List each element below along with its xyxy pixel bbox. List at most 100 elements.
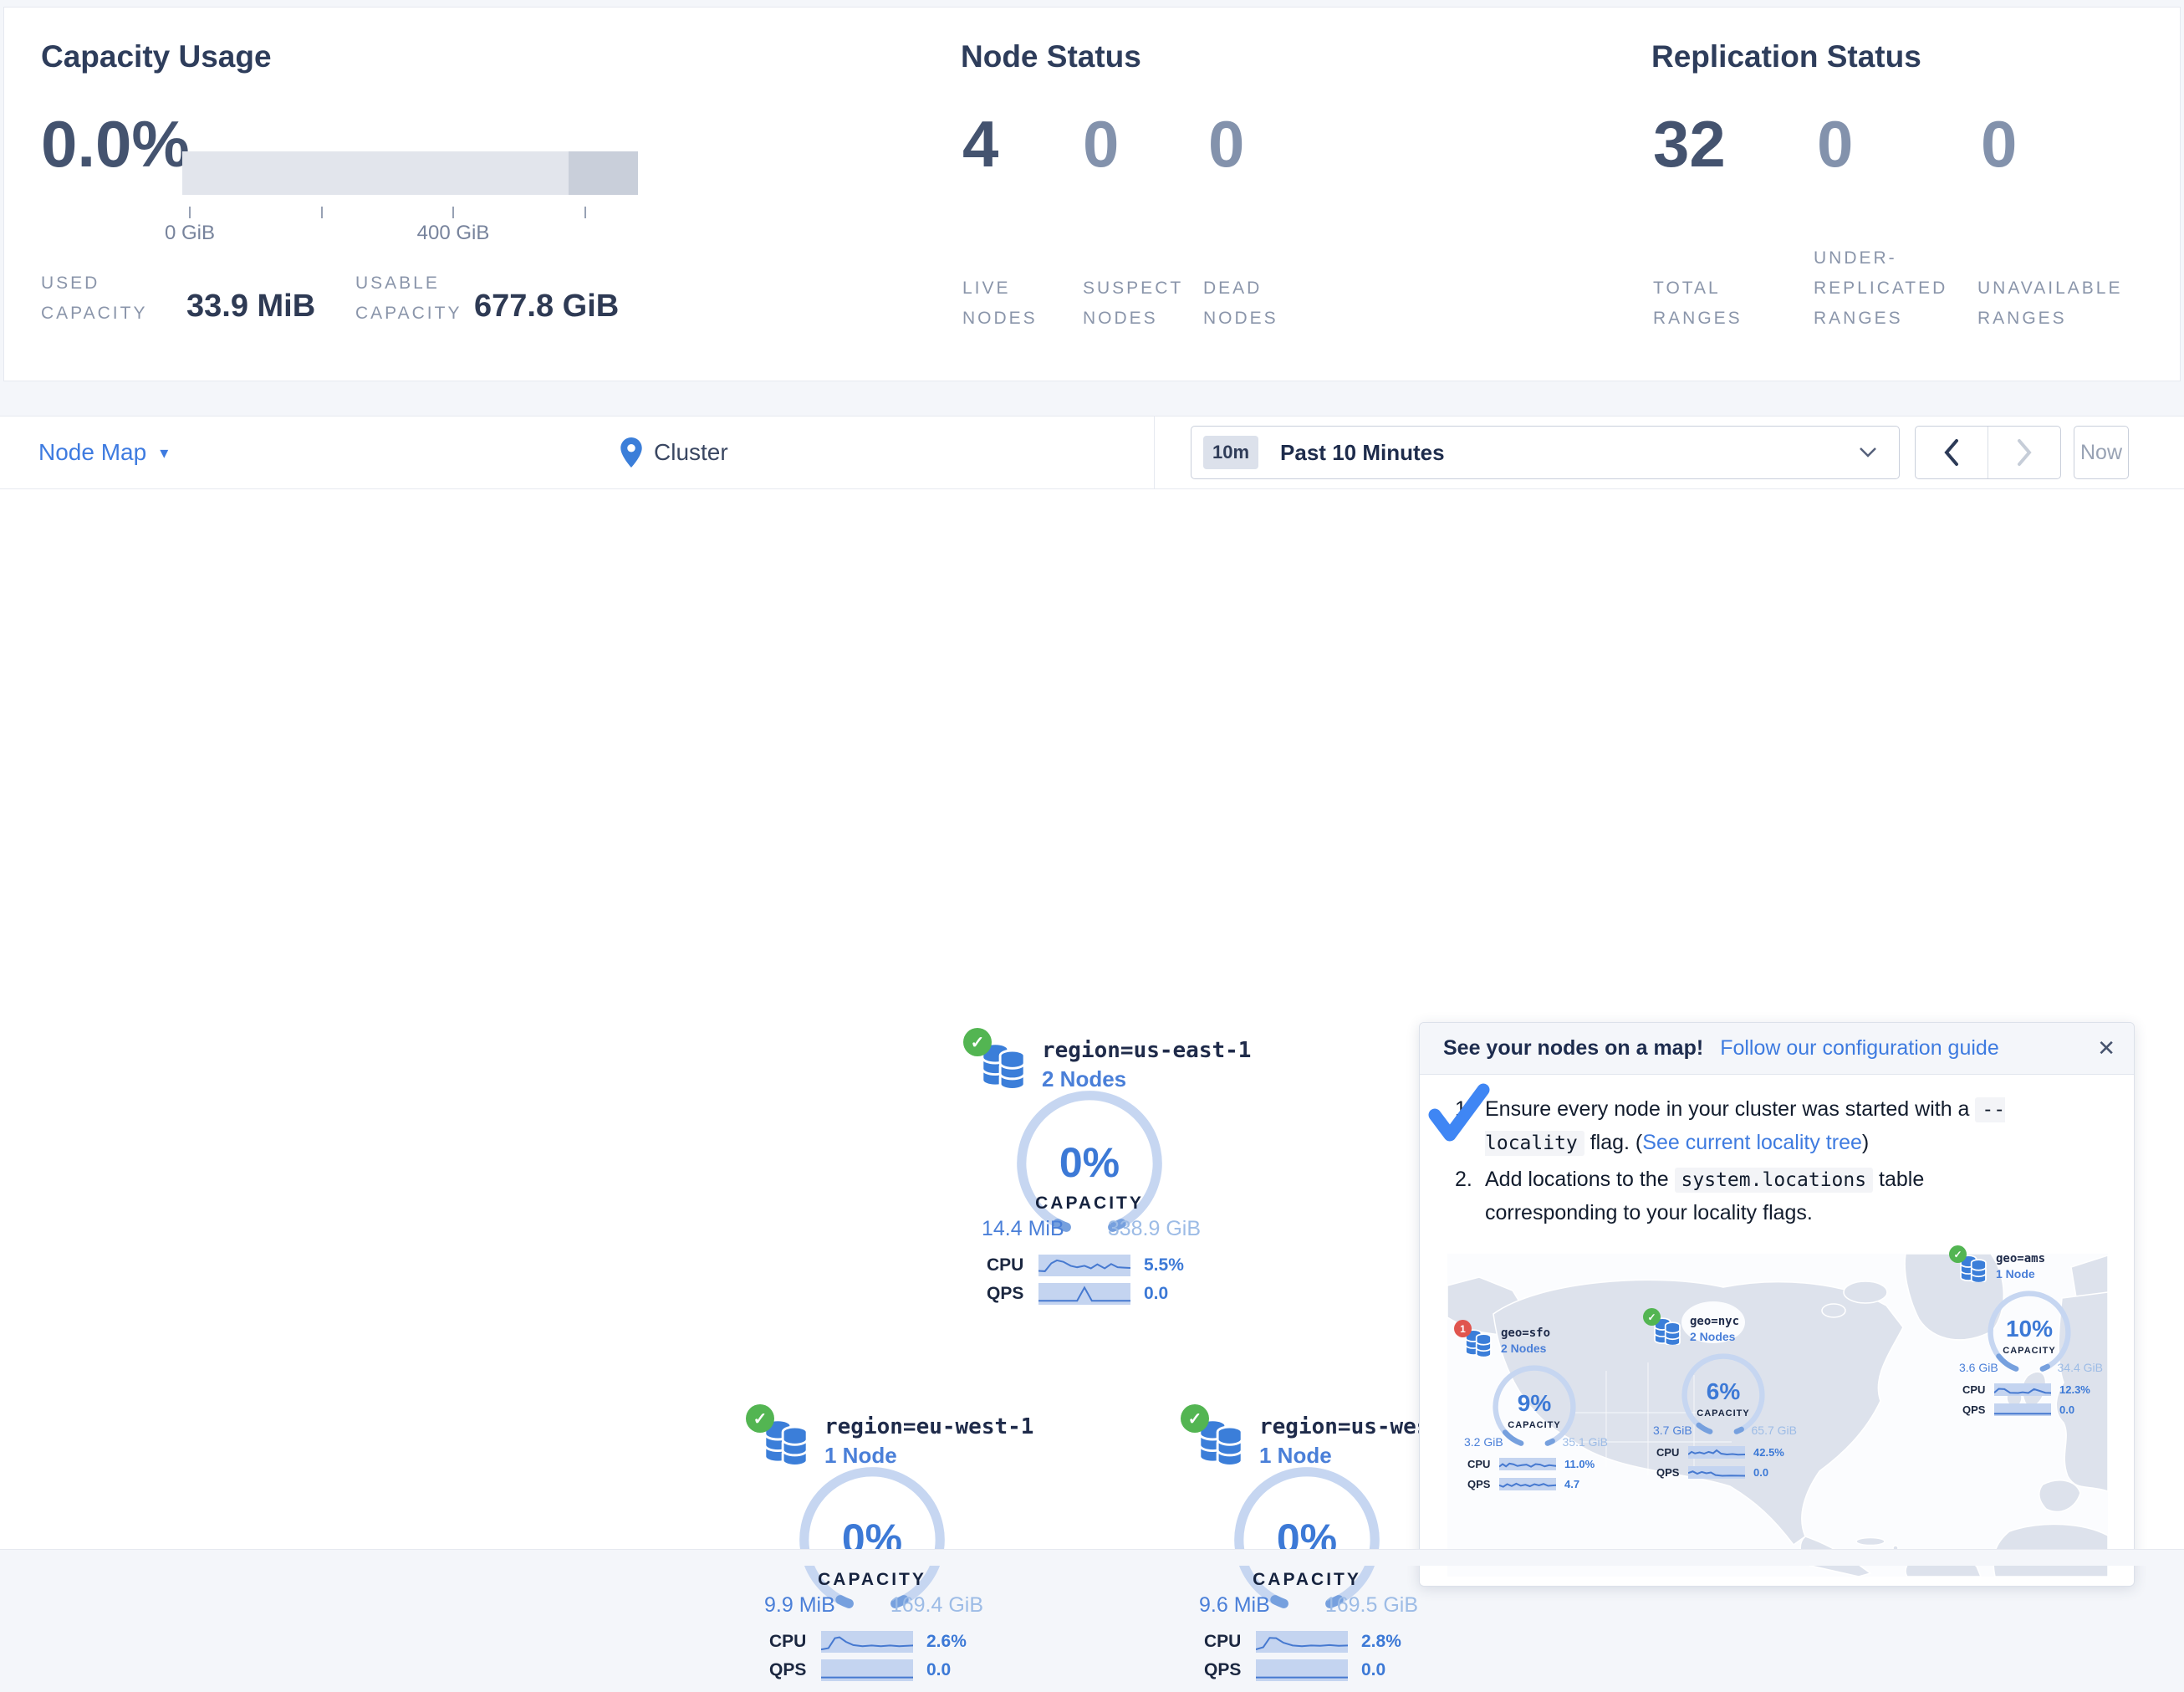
chevron-down-icon: ▾ [160,442,168,463]
popup-header: See your nodes on a map! Follow our conf… [1420,1023,2134,1075]
used-capacity: 3.2 GiB [1464,1435,1503,1449]
unavailable-label: UNAVAILABLE RANGES [1977,273,2122,334]
health-warning-badge: 1 [1454,1320,1472,1337]
node-status-title: Node Status [961,39,1141,74]
cluster-summary-panel: Capacity Usage 0.0% 0 GiB 400 GiB USED C… [3,7,2181,381]
capacity-usage-title: Capacity Usage [41,39,272,74]
cpu-label: CPU [1467,1458,1499,1470]
time-step-buttons [1915,426,2061,479]
qps-sparkline [1256,1659,1348,1681]
health-ok-badge: ✓ [746,1404,774,1433]
cpu-sparkline [1038,1255,1130,1276]
cpu-label: CPU [1962,1383,1994,1396]
locality-node-count: 1 Node [1996,1267,2045,1281]
toolbar-divider [1154,417,1155,488]
capacity-percent: 6% [1648,1378,1799,1405]
health-ok-badge: ✓ [1949,1245,1967,1263]
used-capacity: 3.7 GiB [1653,1424,1692,1437]
cpu-value: 2.6% [926,1632,967,1652]
health-ok-badge: ✓ [963,1028,992,1056]
capacity-bar-used-segment [569,151,638,195]
total-capacity: 338.9 GiB [1108,1217,1201,1241]
total-capacity: 65.7 GiB [1752,1424,1797,1437]
now-button[interactable]: Now [2074,426,2129,479]
qps-label: QPS [1656,1466,1688,1479]
total-ranges-label: TOTAL RANGES [1653,273,1743,334]
under-replicated-label: UNDER- REPLICATED RANGES [1814,243,1947,334]
cpu-sparkline [1994,1383,2051,1396]
qps-sparkline [1499,1478,1556,1490]
locality-marker-geo-nyc[interactable]: ✓ geo=nyc 2 Nodes 6% CAPACITY 3.7 GiB 65… [1648,1315,1799,1482]
time-range-select[interactable]: 10m Past 10 Minutes [1191,426,1900,479]
live-nodes-count: 4 [962,106,998,182]
breadcrumb-cluster-label: Cluster [654,439,728,466]
qps-value: 0.0 [2059,1403,2074,1416]
locality-marker-geo-sfo[interactable]: 1 geo=sfo 2 Nodes 9% CAPACITY 3.2 GiB 35… [1459,1327,1610,1494]
locality-title: geo=nyc [1690,1315,1739,1328]
chevron-down-icon [1859,447,1877,458]
qps-sparkline [1688,1466,1745,1479]
view-mode-dropdown[interactable]: Node Map ▾ [38,417,168,488]
locality-node-count: 2 Nodes [1690,1330,1739,1343]
location-pin-icon [620,437,642,468]
view-mode-label: Node Map [38,439,146,466]
qps-label: QPS [1962,1403,1994,1416]
cpu-label: CPU [1204,1632,1256,1652]
total-capacity: 169.5 GiB [1325,1593,1418,1618]
cpu-value: 42.5% [1753,1446,1784,1459]
chevron-right-icon [2016,439,2033,466]
under-replicated-count: 0 [1817,106,1853,182]
example-world-map: 1 geo=sfo 2 Nodes 9% CAPACITY 3.2 GiB 35… [1447,1254,2108,1577]
unavailable-count: 0 [1981,106,2017,182]
locality-marker-us-east-1[interactable]: ✓ region=us-east-1 2 Nodes 0% CAPACITY 1… [968,1031,1211,1316]
total-capacity: 169.4 GiB [890,1593,983,1618]
usable-capacity-label: USABLE CAPACITY [355,268,462,329]
qps-label: QPS [769,1660,821,1680]
cpu-sparkline [1256,1631,1348,1653]
locality-marker-geo-ams[interactable]: ✓ geo=ams 1 Node 10% CAPACITY 3.6 GiB 34… [1954,1252,2105,1419]
setup-steps: 1. Ensure every node in your cluster was… [1455,1093,2057,1233]
setup-step-2: 2. Add locations to the system.locations… [1455,1163,2057,1229]
step-forward-button[interactable] [1988,427,2060,478]
used-capacity: 9.6 MiB [1199,1593,1270,1618]
total-ranges-count: 32 [1653,106,1726,182]
used-capacity-label: USED CAPACITY [41,268,147,329]
time-range-badge: 10m [1203,436,1258,469]
capacity-percent: 10% [1954,1316,2105,1342]
page-footer-strip [0,1549,2184,1566]
capacity-bar [182,151,638,195]
usable-capacity-value: 677.8 GiB [474,289,619,325]
step-back-button[interactable] [1916,427,1988,478]
cpu-sparkline [1688,1446,1745,1459]
suspect-nodes-count: 0 [1083,106,1119,182]
qps-value: 0.0 [1753,1466,1768,1479]
breadcrumb[interactable]: Cluster [620,417,728,488]
cpu-value: 11.0% [1564,1458,1595,1470]
cpu-sparkline [1499,1458,1556,1470]
used-capacity-value: 33.9 MiB [186,289,315,325]
health-ok-badge: ✓ [1643,1308,1661,1326]
total-capacity: 35.1 GiB [1563,1435,1608,1449]
cpu-label: CPU [1656,1446,1688,1459]
close-icon[interactable]: ✕ [2097,1035,2115,1061]
cpu-value: 5.5% [1144,1255,1184,1275]
view-toolbar: Node Map ▾ Cluster 10m Past 10 Minutes N… [0,416,2184,489]
capacity-word: CAPACITY [1954,1346,2105,1356]
cpu-label: CPU [987,1255,1038,1275]
qps-sparkline [1994,1403,2051,1416]
cpu-sparkline [821,1631,913,1653]
configuration-guide-link[interactable]: Follow our configuration guide [1720,1036,1999,1061]
big-check-icon [1425,1081,1495,1148]
replication-status-title: Replication Status [1651,39,1921,74]
cpu-value: 12.3% [2059,1383,2090,1396]
qps-label: QPS [1204,1660,1256,1680]
qps-value: 0.0 [1361,1660,1385,1680]
locality-title: geo=ams [1996,1252,2045,1265]
capacity-word: CAPACITY [751,1570,993,1590]
locality-tree-link[interactable]: See current locality tree [1642,1131,1862,1154]
capacity-word: CAPACITY [968,1194,1211,1214]
qps-label: QPS [987,1284,1038,1304]
locality-title: geo=sfo [1501,1327,1550,1340]
dead-nodes-label: DEAD NODES [1203,273,1278,334]
cpu-label: CPU [769,1632,821,1652]
